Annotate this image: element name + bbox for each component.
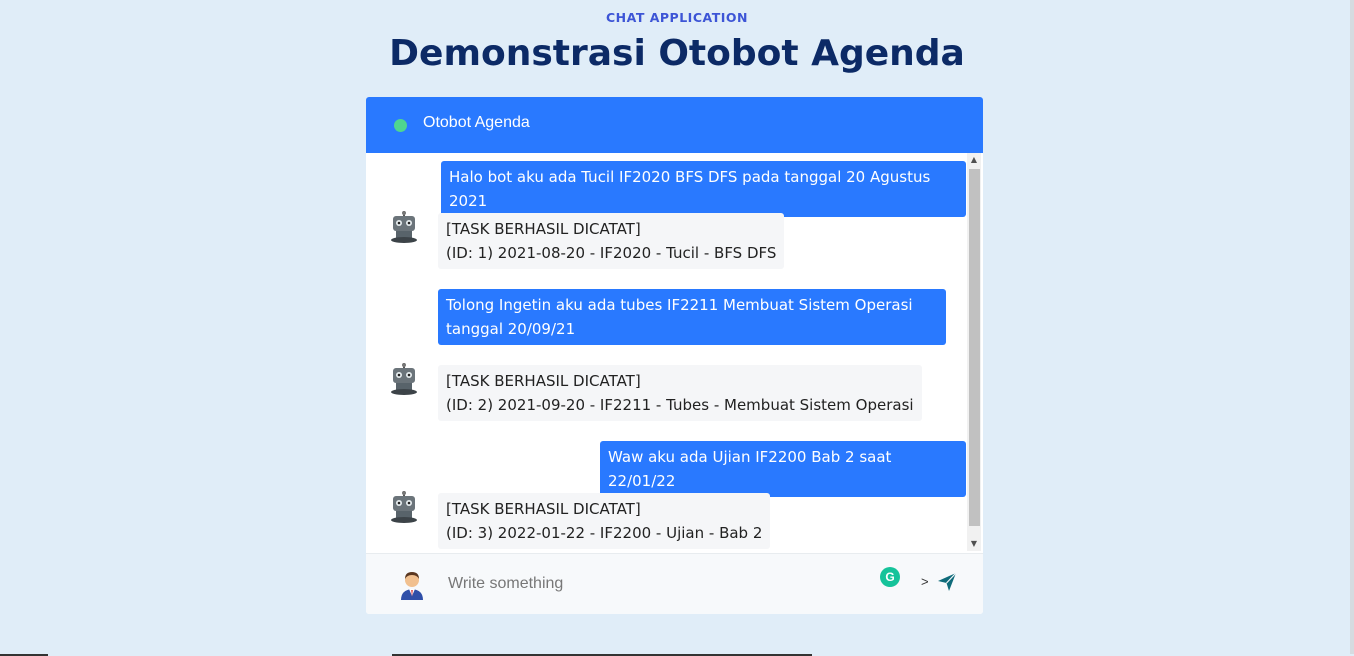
message-line: [TASK BERHASIL DICATAT]	[446, 220, 641, 238]
composer: G >	[366, 553, 983, 614]
bot-message: [TASK BERHASIL DICATAT] (ID: 3) 2022-01-…	[438, 493, 771, 549]
online-status-icon	[394, 119, 407, 132]
page-overline: CHAT APPLICATION	[606, 10, 748, 25]
message-line: [TASK BERHASIL DICATAT]	[446, 372, 641, 390]
user-message: Halo bot aku ada Tucil IF2020 BFS DFS pa…	[441, 161, 966, 217]
user-message: Tolong Ingetin aku ada tubes IF2211 Memb…	[438, 289, 946, 345]
message-input[interactable]	[436, 570, 880, 598]
chat-header: Otobot Agenda	[366, 97, 983, 153]
messages-scrollbar[interactable]: ▲ ▼	[967, 153, 981, 551]
message-line: Halo bot aku ada Tucil IF2020 BFS DFS pa…	[449, 168, 931, 210]
grammarly-icon[interactable]: G	[880, 567, 900, 587]
message-line: (ID: 1) 2021-08-20 - IF2020 - Tucil - BF…	[446, 244, 777, 262]
page-scrollbar[interactable]	[1350, 0, 1354, 656]
bot-avatar-icon	[391, 211, 417, 243]
greater-than-symbol: >	[921, 574, 929, 589]
send-icon[interactable]	[937, 572, 957, 592]
message-line: (ID: 2) 2021-09-20 - IF2211 - Tubes - Me…	[446, 396, 914, 414]
page-title: Demonstrasi Otobot Agenda	[389, 33, 965, 74]
scrollbar-thumb[interactable]	[969, 169, 980, 526]
message-list[interactable]: Halo bot aku ada Tucil IF2020 BFS DFS pa…	[366, 153, 966, 551]
scroll-down-arrow-icon[interactable]: ▼	[967, 537, 981, 551]
message-line: (ID: 3) 2022-01-22 - IF2200 - Ujian - Ba…	[446, 524, 763, 542]
bot-message: [TASK BERHASIL DICATAT] (ID: 2) 2021-09-…	[438, 365, 922, 421]
user-message: Waw aku ada Ujian IF2200 Bab 2 saat 22/0…	[600, 441, 966, 497]
scroll-up-arrow-icon[interactable]: ▲	[967, 153, 981, 167]
user-avatar-icon	[401, 572, 423, 600]
bot-avatar-icon	[391, 491, 417, 523]
bot-avatar-icon	[391, 363, 417, 395]
message-line: tanggal 20/09/21	[446, 320, 576, 338]
chat-window: Otobot Agenda Halo bot aku ada Tucil IF2…	[366, 97, 983, 614]
message-line: Waw aku ada Ujian IF2200 Bab 2 saat 22/0…	[608, 448, 892, 490]
message-line: Tolong Ingetin aku ada tubes IF2211 Memb…	[446, 296, 913, 314]
bot-message: [TASK BERHASIL DICATAT] (ID: 1) 2021-08-…	[438, 213, 785, 269]
message-line: [TASK BERHASIL DICATAT]	[446, 500, 641, 518]
chat-name: Otobot Agenda	[423, 114, 530, 131]
